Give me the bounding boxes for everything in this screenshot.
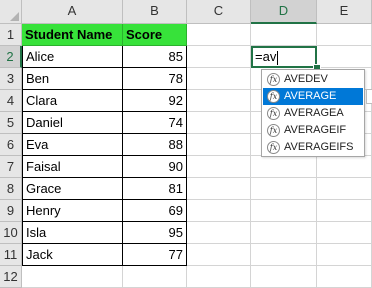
cell-d8[interactable] [251,178,317,200]
function-icon: fx [267,90,280,103]
cell-student-name[interactable]: Ben [22,68,123,90]
autocomplete-item[interactable]: fx AVEDEV [263,71,363,88]
cell-e10[interactable] [317,222,372,244]
autocomplete-item-label: AVEDEV [284,73,328,85]
active-cell-d2-editor[interactable]: =av [251,46,317,68]
autocomplete-item-label: AVERAGE [284,90,337,102]
function-icon: fx [267,107,280,120]
cell-score[interactable]: 95 [123,222,187,244]
row-header-3[interactable]: 3 [0,68,22,90]
cell-student-name[interactable]: Eva [22,134,123,156]
cell-e8[interactable] [317,178,372,200]
autocomplete-item-label: AVERAGEIF [284,124,347,136]
cell-c9[interactable] [187,200,251,222]
cell-a1-header-student-name[interactable]: Student Name [22,24,123,46]
row-header-8[interactable]: 8 [0,178,22,200]
cell-student-name[interactable]: Jack [22,244,123,266]
cell-c12[interactable] [187,266,251,288]
cell-d12[interactable] [251,266,317,288]
cell-student-name[interactable]: Isla [22,222,123,244]
column-header-b[interactable]: B [123,0,187,24]
select-all-corner[interactable] [0,0,22,24]
cell-student-name[interactable]: Alice [22,46,123,68]
column-header-c[interactable]: C [187,0,251,24]
cell-d1[interactable] [251,24,317,46]
row-header-4[interactable]: 4 [0,90,22,112]
cell-c5[interactable] [187,112,251,134]
cell-score[interactable]: 90 [123,156,187,178]
row-header-9[interactable]: 9 [0,200,22,222]
cell-c4[interactable] [187,90,251,112]
row-header-7[interactable]: 7 [0,156,22,178]
cell-score[interactable]: 77 [123,244,187,266]
autocomplete-item-selected[interactable]: fx AVERAGE [263,88,363,105]
cell-score[interactable]: 78 [123,68,187,90]
autocomplete-item[interactable]: fx AVERAGEIF [263,122,363,139]
cell-a12[interactable] [22,266,123,288]
cell-d7[interactable] [251,156,317,178]
autocomplete-item-label: AVERAGEIFS [284,141,354,153]
cell-score[interactable]: 74 [123,112,187,134]
formula-input-text: =av [255,49,277,64]
cell-b1-header-score[interactable]: Score [123,24,187,46]
column-header-d[interactable]: D [251,0,317,24]
function-icon: fx [267,141,280,154]
row-header-10[interactable]: 10 [0,222,22,244]
autocomplete-item-label: AVERAGEA [284,107,344,119]
column-header-a[interactable]: A [22,0,123,24]
cell-c10[interactable] [187,222,251,244]
text-caret [277,50,279,65]
function-icon: fx [267,124,280,137]
cell-student-name[interactable]: Daniel [22,112,123,134]
cell-e11[interactable] [317,244,372,266]
cell-d11[interactable] [251,244,317,266]
spreadsheet-grid[interactable]: A B C D E 1 2 3 4 5 6 7 8 9 10 11 12 Stu… [0,0,372,288]
row-header-11[interactable]: 11 [0,244,22,266]
cell-c3[interactable] [187,68,251,90]
cell-c6[interactable] [187,134,251,156]
cell-score[interactable]: 88 [123,134,187,156]
cell-d10[interactable] [251,222,317,244]
cell-c2[interactable] [187,46,251,68]
cell-student-name[interactable]: Grace [22,178,123,200]
function-autocomplete-list[interactable]: fx AVEDEV fx AVERAGE fx AVERAGEA fx AVER… [261,69,365,157]
cell-c1[interactable] [187,24,251,46]
cell-b12[interactable] [123,266,187,288]
cell-student-name[interactable]: Henry [22,200,123,222]
cell-c8[interactable] [187,178,251,200]
cell-student-name[interactable]: Faisal [22,156,123,178]
cell-e12[interactable] [317,266,372,288]
autocomplete-item[interactable]: fx AVERAGEIFS [263,139,363,156]
cell-d9[interactable] [251,200,317,222]
autocomplete-item[interactable]: fx AVERAGEA [263,105,363,122]
row-header-12[interactable]: 12 [0,266,22,288]
cell-c7[interactable] [187,156,251,178]
cell-score[interactable]: 85 [123,46,187,68]
row-header-1[interactable]: 1 [0,24,22,46]
cell-score[interactable]: 69 [123,200,187,222]
cell-c11[interactable] [187,244,251,266]
cell-e2[interactable] [317,46,372,68]
cell-e9[interactable] [317,200,372,222]
row-header-5[interactable]: 5 [0,112,22,134]
row-header-6[interactable]: 6 [0,134,22,156]
column-header-e[interactable]: E [317,0,372,24]
select-all-triangle-icon [10,12,19,21]
cell-score[interactable]: 81 [123,178,187,200]
cell-e1[interactable] [317,24,372,46]
function-icon: fx [267,73,280,86]
cell-student-name[interactable]: Clara [22,90,123,112]
function-tooltip-edge [366,89,372,104]
cell-e7[interactable] [317,156,372,178]
row-header-2[interactable]: 2 [0,46,22,68]
cell-score[interactable]: 92 [123,90,187,112]
